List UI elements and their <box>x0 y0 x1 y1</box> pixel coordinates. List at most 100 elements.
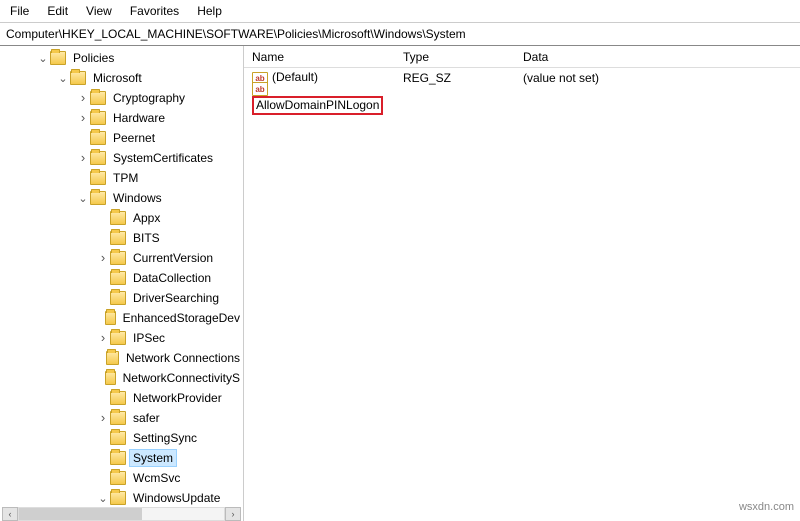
folder-icon <box>110 231 126 245</box>
folder-icon <box>110 471 126 485</box>
tree-item-networkconnections[interactable]: Network Connections <box>0 348 243 368</box>
value-name-highlighted[interactable]: AllowDomainPINLogon <box>252 96 383 115</box>
folder-icon <box>110 431 126 445</box>
expand-icon[interactable] <box>76 111 90 126</box>
expand-icon[interactable] <box>96 411 110 426</box>
folder-icon <box>90 131 106 145</box>
tree-item-policies[interactable]: Policies <box>0 48 243 68</box>
folder-icon <box>110 411 126 425</box>
menu-help[interactable]: Help <box>189 2 230 20</box>
expand-icon[interactable] <box>36 52 50 65</box>
tree-item-ipsec[interactable]: IPSec <box>0 328 243 348</box>
folder-icon <box>106 351 118 365</box>
tree-item-peernet[interactable]: Peernet <box>0 128 243 148</box>
tree-item-cryptography[interactable]: Cryptography <box>0 88 243 108</box>
tree-item-enhancedstorage[interactable]: EnhancedStorageDev <box>0 308 243 328</box>
expand-icon[interactable] <box>96 331 110 346</box>
tree-item-bits[interactable]: BITS <box>0 228 243 248</box>
folder-icon <box>90 171 106 185</box>
folder-icon <box>70 71 86 85</box>
watermark: wsxdn.com <box>739 501 794 513</box>
tree-label: WcmSvc <box>130 470 183 486</box>
folder-icon <box>110 291 126 305</box>
tree-item-appx[interactable]: Appx <box>0 208 243 228</box>
scroll-thumb[interactable] <box>19 508 142 520</box>
expand-icon[interactable] <box>96 492 110 505</box>
tree-label: SystemCertificates <box>110 150 216 166</box>
tree-item-safer[interactable]: safer <box>0 408 243 428</box>
address-bar[interactable]: Computer\HKEY_LOCAL_MACHINE\SOFTWARE\Pol… <box>0 23 800 46</box>
tree-label: WindowsUpdate <box>130 490 223 506</box>
tree-item-microsoft[interactable]: Microsoft <box>0 68 243 88</box>
tree-label: Policies <box>70 50 117 66</box>
folder-icon <box>110 331 126 345</box>
folder-icon <box>110 211 126 225</box>
folder-icon <box>110 391 126 405</box>
tree-label: Microsoft <box>90 70 145 86</box>
tree-label: IPSec <box>130 330 168 346</box>
value-data: (value not set) <box>523 71 800 85</box>
tree-item-networkprovider[interactable]: NetworkProvider <box>0 388 243 408</box>
tree-label: Peernet <box>110 130 158 146</box>
tree-pane[interactable]: Policies Microsoft Cryptography Hardware… <box>0 46 244 521</box>
menu-file[interactable]: File <box>2 2 37 20</box>
string-value-icon: ab <box>252 82 268 96</box>
tree-label: NetworkConnectivityS <box>120 370 243 386</box>
tree-label: BITS <box>130 230 163 246</box>
main-panel: Policies Microsoft Cryptography Hardware… <box>0 46 800 521</box>
column-header: Name Type Data <box>244 46 800 68</box>
column-data[interactable]: Data <box>523 50 800 64</box>
tree-label: Network Connections <box>123 350 243 366</box>
tree-label: Appx <box>130 210 163 226</box>
folder-icon <box>105 311 116 325</box>
expand-icon[interactable] <box>76 192 90 205</box>
value-row-allowdomainpinlogon[interactable]: abAllowDomainPINLogon <box>244 88 800 108</box>
tree-item-tpm[interactable]: TPM <box>0 168 243 188</box>
tree-label: CurrentVersion <box>130 250 216 266</box>
tree-label: TPM <box>110 170 141 186</box>
tree-item-hardware[interactable]: Hardware <box>0 108 243 128</box>
folder-icon <box>110 271 126 285</box>
folder-icon <box>90 111 106 125</box>
menu-view[interactable]: View <box>78 2 120 20</box>
tree-label: Hardware <box>110 110 168 126</box>
expand-icon[interactable] <box>96 251 110 266</box>
tree-label: Cryptography <box>110 90 188 106</box>
folder-icon <box>110 491 126 505</box>
expand-icon[interactable] <box>76 151 90 166</box>
tree-item-networkconnectivity[interactable]: NetworkConnectivityS <box>0 368 243 388</box>
tree-item-system[interactable]: System <box>0 448 243 468</box>
folder-icon <box>90 91 106 105</box>
tree-label: NetworkProvider <box>130 390 225 406</box>
folder-icon <box>90 191 106 205</box>
menubar: File Edit View Favorites Help <box>0 0 800 23</box>
tree-item-currentversion[interactable]: CurrentVersion <box>0 248 243 268</box>
tree-label: EnhancedStorageDev <box>120 310 243 326</box>
column-name[interactable]: Name <box>248 50 403 64</box>
folder-icon <box>90 151 106 165</box>
tree-item-driversearching[interactable]: DriverSearching <box>0 288 243 308</box>
tree-item-datacollection[interactable]: DataCollection <box>0 268 243 288</box>
expand-icon[interactable] <box>76 91 90 106</box>
menu-edit[interactable]: Edit <box>39 2 76 20</box>
tree-label: System <box>130 450 176 466</box>
tree-label: SettingSync <box>130 430 200 446</box>
value-name-cell: abAllowDomainPINLogon <box>248 81 403 116</box>
tree-label: safer <box>130 410 163 426</box>
tree-item-windows[interactable]: Windows <box>0 188 243 208</box>
column-type[interactable]: Type <box>403 50 523 64</box>
tree-item-systemcertificates[interactable]: SystemCertificates <box>0 148 243 168</box>
tree-item-windowsupdate[interactable]: WindowsUpdate <box>0 488 243 508</box>
tree-item-wcmsvc[interactable]: WcmSvc <box>0 468 243 488</box>
values-pane[interactable]: Name Type Data ab(Default) REG_SZ (value… <box>244 46 800 521</box>
value-type: REG_SZ <box>403 71 523 85</box>
expand-icon[interactable] <box>56 72 70 85</box>
tree-label: Windows <box>110 190 165 206</box>
tree-item-settingsync[interactable]: SettingSync <box>0 428 243 448</box>
folder-icon <box>50 51 66 65</box>
folder-icon <box>105 371 116 385</box>
tree-label: DataCollection <box>130 270 214 286</box>
menu-favorites[interactable]: Favorites <box>122 2 187 20</box>
tree-label: DriverSearching <box>130 290 222 306</box>
folder-icon <box>110 251 126 265</box>
